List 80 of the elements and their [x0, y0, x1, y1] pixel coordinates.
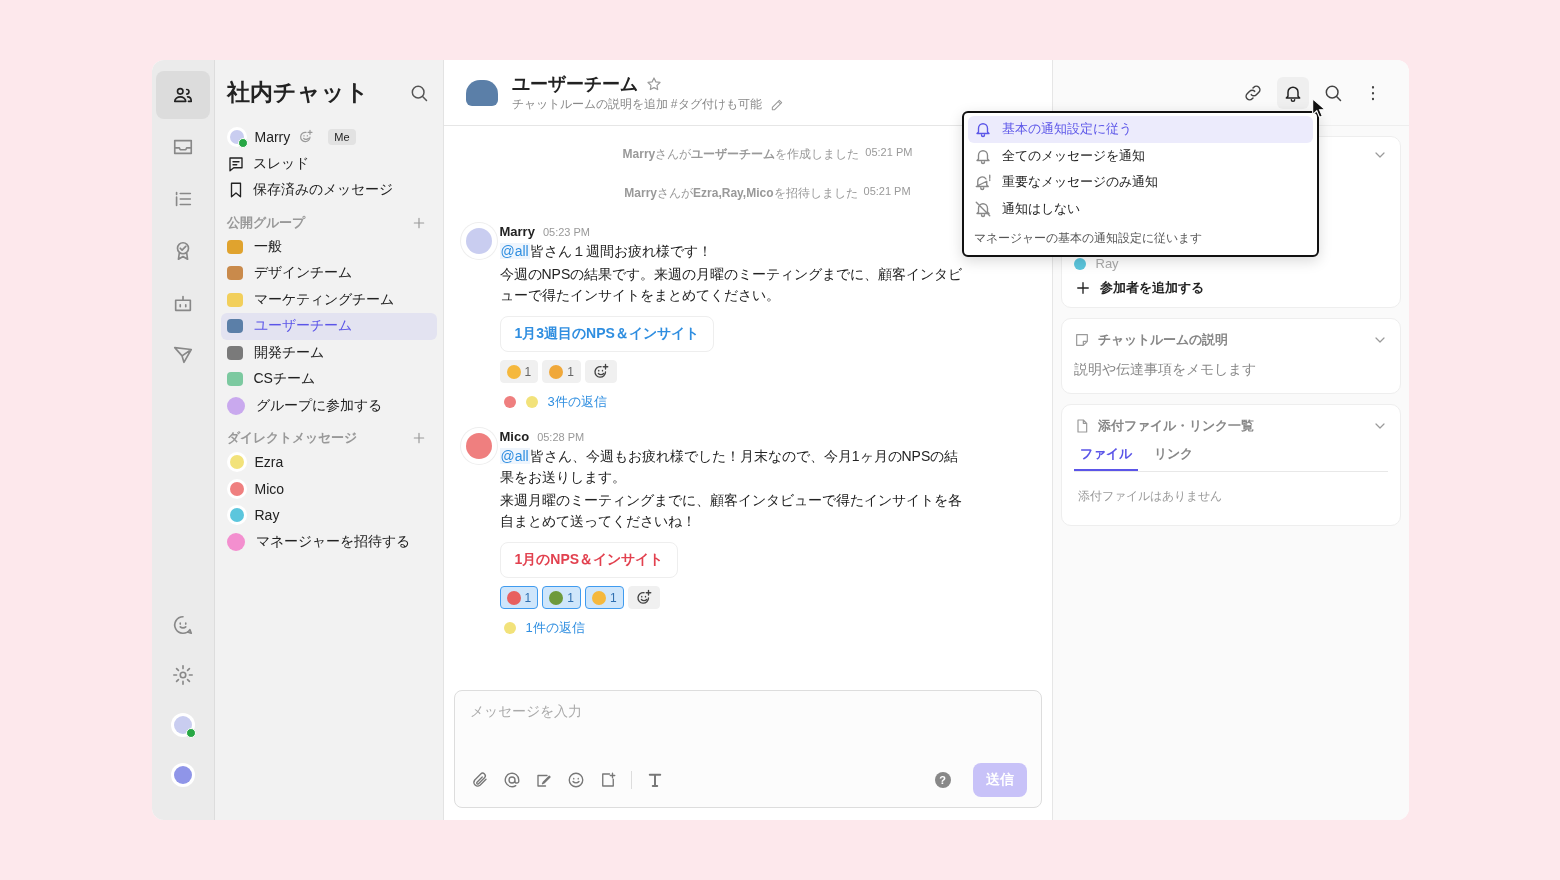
- emoji-icon[interactable]: [566, 771, 585, 789]
- menu-item[interactable]: 通知はしない: [967, 195, 1313, 222]
- contact-name[interactable]: Ezra: [254, 454, 284, 471]
- send-icon: [171, 344, 194, 366]
- bell-off-icon: [973, 199, 992, 218]
- room-description[interactable]: チャットルームの説明を追加 #タグ付けも可能: [511, 96, 762, 113]
- message-text: 来週月曜のミーティングまでに、顧客インタビューで得たインサイトを各自まとめて送ってくださいね！: [499, 491, 963, 531]
- timestamp: 05:21 PM: [863, 185, 911, 199]
- mention-link[interactable]: @all: [499, 448, 530, 464]
- room-title: ユーザーチーム: [511, 73, 638, 96]
- join-group-link[interactable]: グループに参加する: [255, 396, 382, 415]
- attachment-button[interactable]: 1月のNPS＆インサイト: [499, 542, 679, 578]
- reaction-button[interactable]: 1: [499, 360, 539, 383]
- message-text: @all 皆さん、今週もお疲れ様でした！月末なので、今月1ヶ月のNPSの結果をお送りします。: [499, 447, 960, 487]
- avatar[interactable]: [173, 766, 192, 784]
- emoji-add-icon: [634, 588, 653, 607]
- edit-icon[interactable]: [769, 97, 784, 112]
- saved-messages-link[interactable]: 保存済みのメッセージ: [252, 181, 393, 200]
- card-title: チャットルームの説明: [1097, 331, 1228, 349]
- menu-item[interactable]: 基本の通知設定に従う: [967, 116, 1313, 143]
- help-button[interactable]: ?: [934, 772, 951, 788]
- contact-name[interactable]: Ray: [254, 507, 280, 524]
- message-text: 今週のNPSの結果です。来週の月曜のミーティングまでに、顧客インタビューで得たインサイトをまとめてください。: [499, 265, 964, 305]
- author-name[interactable]: Mico: [499, 429, 530, 444]
- tab[interactable]: リンク: [1147, 441, 1199, 471]
- smile-bubble-icon[interactable]: [171, 614, 194, 636]
- bell-alert-icon: [973, 173, 992, 192]
- people-button[interactable]: [155, 71, 210, 119]
- me-badge: Me: [328, 129, 356, 146]
- threads-link[interactable]: スレッド: [252, 154, 309, 173]
- reaction-button[interactable]: 1: [584, 586, 624, 609]
- thread-icon: [226, 154, 245, 173]
- author-name[interactable]: Marry: [499, 224, 535, 239]
- group-item[interactable]: 開発チーム: [220, 339, 437, 366]
- team-icon: [465, 79, 498, 106]
- group-item[interactable]: 一般: [220, 233, 437, 260]
- reaction-button[interactable]: 1: [542, 360, 581, 383]
- group-item[interactable]: デザインチーム: [220, 260, 437, 287]
- card-title: 添付ファイル・リンク一覧: [1097, 417, 1254, 435]
- replies-link[interactable]: 1件の返信: [525, 619, 585, 637]
- message-text: @all 皆さん１週間お疲れ様です！: [499, 242, 713, 261]
- notification-button[interactable]: [1276, 76, 1309, 109]
- group-item[interactable]: マーケティングチーム: [220, 286, 437, 313]
- star-icon[interactable]: [645, 76, 662, 92]
- reaction-button[interactable]: 1: [542, 586, 581, 609]
- timestamp: 05:21 PM: [865, 146, 913, 160]
- add-reaction-button[interactable]: [627, 586, 660, 609]
- timestamp: 05:28 PM: [537, 431, 585, 443]
- menu-note: マネージャーの基本の通知設定に従います: [972, 230, 1203, 247]
- member-name: Ray: [1095, 256, 1119, 271]
- add-member-button[interactable]: 参加者を追加する: [1073, 279, 1388, 297]
- link-icon[interactable]: [1242, 82, 1263, 103]
- description-field[interactable]: 説明や伝達事項をメモします: [1073, 361, 1388, 379]
- timestamp: 05:23 PM: [542, 226, 590, 238]
- note-icon: [1073, 332, 1090, 348]
- empty-message: 添付ファイルはありません: [1076, 488, 1223, 505]
- mention-link[interactable]: @all: [499, 243, 530, 259]
- system-message: Marryさんがユーザーチームを作成しました: [622, 146, 860, 163]
- contact-name[interactable]: Mico: [254, 480, 285, 497]
- system-message: MarryさんがEzra,Ray,Micoを招待しました: [624, 185, 858, 202]
- tab[interactable]: ファイル: [1073, 441, 1138, 471]
- online-dot: [185, 728, 196, 738]
- reaction-button[interactable]: 1: [499, 586, 539, 609]
- group-item[interactable]: CSチーム: [220, 366, 437, 393]
- section-title: 公開グループ: [226, 213, 305, 232]
- replies-link[interactable]: 3件の返信: [547, 393, 607, 411]
- bell-icon: [973, 120, 992, 139]
- mention-icon[interactable]: [502, 771, 521, 789]
- section-title: ダイレクトメッセージ: [226, 429, 357, 447]
- app-title: 社内チャット: [226, 78, 369, 107]
- attach-icon[interactable]: [470, 771, 489, 789]
- invite-manager-link[interactable]: マネージャーを招待する: [255, 532, 410, 551]
- menu-item[interactable]: 全てのメッセージを通知: [967, 142, 1313, 169]
- menu-item[interactable]: 重要なメッセージのみ通知: [967, 169, 1313, 196]
- attachment-button[interactable]: 1月3週目のNPS＆インサイト: [499, 316, 714, 352]
- group-item[interactable]: ユーザーチーム: [220, 313, 437, 340]
- user-name[interactable]: Marry: [254, 129, 291, 146]
- add-reaction-button[interactable]: [584, 360, 617, 383]
- settings-icon[interactable]: [171, 664, 194, 686]
- emoji-add-icon: [591, 362, 610, 381]
